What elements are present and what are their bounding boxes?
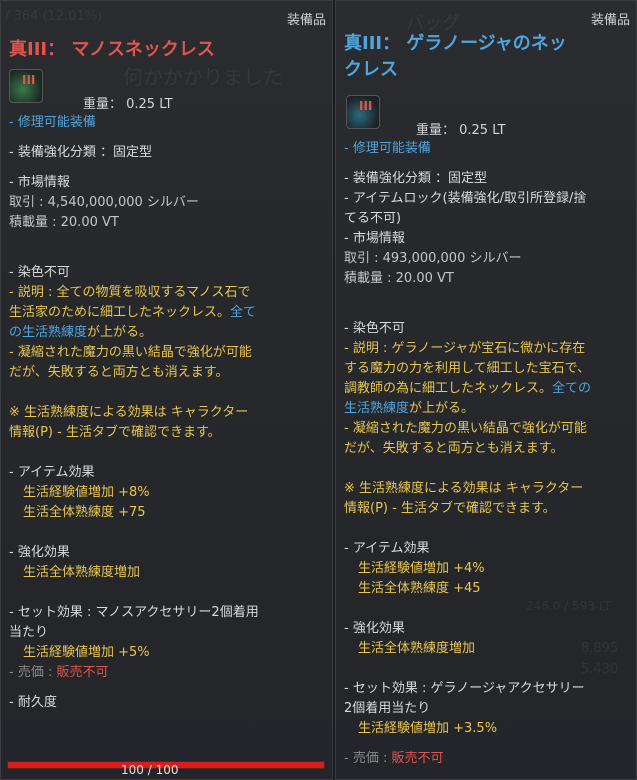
ghost-weight-text: / 364 (12.01%) (5, 9, 103, 24)
desc-line-3: の生活熟練度が上がる。 (9, 325, 153, 340)
effect-mastery: 生活全体熟練度 +45 (358, 581, 481, 596)
enhance-type: - 装備強化分類 ：固定型 (9, 145, 152, 160)
repairable-text: - 修理可能装備 (344, 141, 431, 156)
dye-info: - 染色不可 (344, 321, 405, 336)
enhance-effect-1: 生活全体熟練度増加 (23, 565, 141, 580)
geranoa-necklace-icon: III (346, 95, 380, 129)
sell-price: - 売価 : 販売不可 (9, 665, 109, 680)
item-title: 真III： ゲラノージャのネックレス (344, 33, 567, 80)
ghost-message: 何かかかりました (123, 65, 283, 89)
durability-value: 100 / 100 (121, 763, 179, 777)
item-effect-heading: - アイテム効果 (9, 465, 95, 480)
market-info-heading: - 市場情報 (344, 231, 405, 246)
sell-price: - 売価 : 販売不可 (344, 751, 444, 766)
enhance-effect-heading: - 強化効果 (344, 621, 405, 636)
note-line-2: 情報(P) - 生活タブで確認できます。 (344, 501, 556, 516)
enhance-effect-1: 生活全体熟練度増加 (358, 641, 476, 656)
item-description: - 修理可能装備 - 装備強化分類 ：固定型 - 市場情報 取引 : 4,540… (9, 113, 259, 713)
tooltip-geranoa-necklace: バッグ 246.0 / 593 LT 8,895 5,430 装備品 真III：… (335, 0, 637, 780)
manos-necklace-icon: III (9, 69, 43, 103)
item-lock-line-1: - アイテムロック(装備強化/取引所登録/捨 (344, 191, 587, 206)
item-lock-line-2: てる不可) (344, 211, 402, 226)
set-effect-line-2: 当たり (9, 625, 49, 640)
market-info-heading: - 市場情報 (9, 175, 70, 190)
tooltip-manos-necklace: / 364 (12.01%) 何かかかりました 装備品 真III： マノスネック… (0, 0, 333, 780)
trade-price: 取引 : 4,540,000,000 シルバー (9, 195, 199, 210)
set-effect-value: 生活経験値増加 +3.5% (358, 721, 498, 736)
desc-line-2: する魔力の力を利用して細工した宝石で、 (344, 361, 591, 376)
effect-exp: 生活経験値増加 +8% (23, 485, 150, 500)
dye-info: - 染色不可 (9, 265, 70, 280)
enhance-effect-heading: - 強化効果 (9, 545, 70, 560)
set-effect-line-1: - セット効果 : マノスアクセサリー2個着用 (9, 605, 259, 620)
trade-price: 取引 : 493,000,000 シルバー (344, 251, 522, 266)
desc-line-3: 調教師の為に細工したネックレス。全ての (344, 381, 592, 396)
desc-line-1: - 説明 : ゲラノージャが宝石に微かに存在 (344, 341, 586, 356)
durability-heading: - 耐久度 (9, 695, 57, 710)
set-effect-value: 生活経験値増加 +5% (23, 645, 150, 660)
set-effect-line-1: - セット効果 : ゲラノージャアクセサリー (344, 681, 585, 696)
item-description: - 修理可能装備 - 装備強化分類 ：固定型 - アイテムロック(装備強化/取引… (344, 139, 591, 769)
item-effect-heading: - アイテム効果 (344, 541, 430, 556)
crystal-line-1: - 凝縮された魔力の黒い結晶で強化が可能 (344, 421, 587, 436)
note-line-2: 情報(P) - 生活タブで確認できます。 (9, 425, 221, 440)
capacity: 積載量 : 20.00 VT (9, 215, 119, 230)
crystal-line-1: - 凝縮された魔力の黒い結晶で強化が可能 (9, 345, 252, 360)
item-category: 装備品 (590, 13, 630, 28)
desc-line-4: 生活熟練度が上がる。 (344, 401, 475, 416)
effect-exp: 生活経験値増加 +4% (358, 561, 485, 576)
item-weight: 重量： 0.25 LT (83, 97, 173, 112)
effect-mastery: 生活全体熟練度 +75 (23, 505, 146, 520)
crystal-line-2: だが、失敗すると両方とも消えます。 (344, 441, 564, 456)
desc-line-1: - 説明 : 全ての物質を吸収するマノス石で (9, 285, 251, 300)
capacity: 積載量 : 20.00 VT (344, 271, 454, 286)
crystal-line-2: だが、失敗すると両方とも消えます。 (9, 365, 229, 380)
note-line-1: ※ 生活熟練度による効果は キャラクター (9, 405, 249, 420)
note-line-1: ※ 生活熟練度による効果は キャラクター (344, 481, 584, 496)
enhance-type: - 装備強化分類 ：固定型 (344, 171, 487, 186)
set-effect-line-2: 2個着用当たり (344, 701, 431, 716)
desc-line-2: 生活家のために細工したネックレス。全て (9, 305, 257, 320)
item-weight: 重量： 0.25 LT (416, 123, 506, 138)
item-title: 真III： マノスネックレス (9, 39, 215, 60)
item-category: 装備品 (286, 13, 326, 28)
repairable-text: - 修理可能装備 (9, 115, 96, 130)
